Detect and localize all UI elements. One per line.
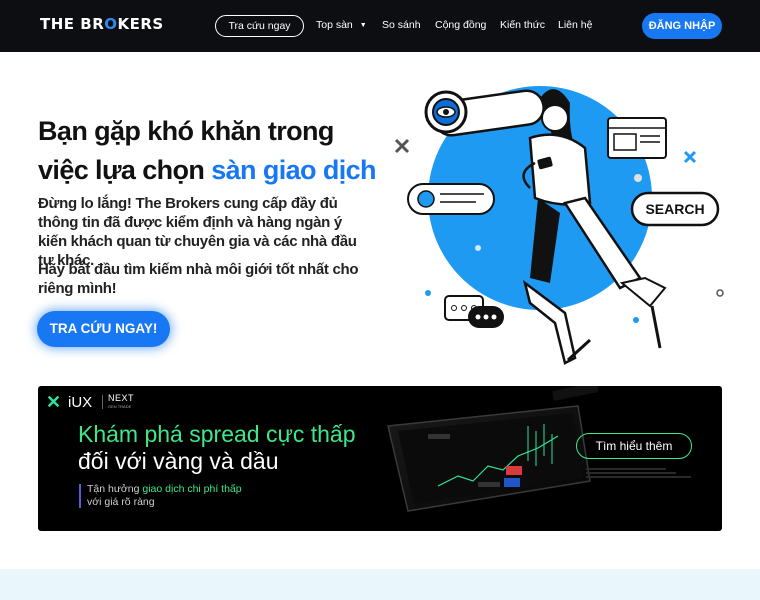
banner-headline-green: Khám phá spread cực thấp xyxy=(78,421,356,447)
banner-brand-tag-sub: GEN TRADE xyxy=(108,404,132,409)
nav-item-cong-dong[interactable]: Cộng đồng xyxy=(435,19,486,31)
decor-dot xyxy=(475,245,481,251)
logo-text-accent: O xyxy=(104,15,118,33)
nav-item-label: Top sàn xyxy=(316,19,353,31)
nav-item-so-sanh[interactable]: So sánh xyxy=(382,19,421,31)
caret-down-icon: ▼ xyxy=(359,21,367,29)
banner-fine-print xyxy=(586,466,706,480)
hero-title-line1: Bạn gặp khó khăn trong xyxy=(38,116,334,146)
decor-dot xyxy=(716,289,724,297)
logo-text-suffix: KERS xyxy=(117,15,164,33)
hero-description: Đừng lo lắng! The Brokers cung cấp đầy đ… xyxy=(38,195,357,269)
banner-subtext-line2: với giá rõ ràng xyxy=(87,496,155,508)
banner-subtext-highlight: giao dịch chi phí thấp xyxy=(142,483,242,495)
banner-accent-bar xyxy=(79,484,81,508)
banner-subtext-line1: Tận hưởng giao dịch chi phí thấp xyxy=(87,483,242,496)
site-logo[interactable]: THE BROKERS xyxy=(40,15,164,33)
nav-item-kien-thuc[interactable]: Kiến thức xyxy=(500,19,545,31)
banner-subtext: Tận hưởng giao dịch chi phí thấp với giá… xyxy=(87,483,242,509)
brand-divider xyxy=(102,395,103,409)
fine-print-line xyxy=(586,476,691,478)
hero-cta-button[interactable]: TRA CỨU NGAY! xyxy=(37,311,170,347)
banner-learn-more-button[interactable]: Tìm hiểu thêm xyxy=(576,433,692,459)
decor-dot xyxy=(633,317,639,323)
fine-print-line xyxy=(586,468,666,470)
iux-x-icon: ✕ xyxy=(46,392,62,412)
browser-window-icon xyxy=(607,117,667,159)
search-pill-icon: SEARCH xyxy=(630,191,720,227)
hero-title: Bạn gặp khó khăn trong việc lựa chọn sàn… xyxy=(38,112,398,190)
nav-item-lien-he[interactable]: Liên hệ xyxy=(558,19,592,31)
logo-text-prefix: THE BR xyxy=(40,15,105,33)
hero-illustration: SEARCH xyxy=(390,78,730,378)
banner-brand-name: iUX xyxy=(68,394,93,411)
banner-subtext-prefix: Tận hưởng xyxy=(87,483,143,495)
decor-dot xyxy=(634,174,642,182)
chat-bubbles-icon xyxy=(444,295,504,328)
nav-search-button[interactable]: Tra cứu ngay xyxy=(215,15,304,37)
illustration-search-label: SEARCH xyxy=(645,201,704,217)
nav-item-top-san[interactable]: Top sàn ▼ xyxy=(316,19,367,31)
promo-banner[interactable]: ✕ iUX NEXT GEN TRADE Khám phá spread cực… xyxy=(38,386,722,531)
site-header: THE BROKERS Tra cứu ngay Top sàn ▼ So sán… xyxy=(0,0,760,52)
search-bar-icon xyxy=(407,183,495,215)
login-button[interactable]: ĐĂNG NHẬP xyxy=(642,13,722,39)
hero-title-highlight: sàn giao dịch xyxy=(211,155,376,185)
hero-description-secondary: Hãy bắt đầu tìm kiếm nhà môi giới tốt nh… xyxy=(38,261,359,297)
next-section-band xyxy=(0,569,760,600)
banner-brand-tag: NEXT xyxy=(108,393,135,403)
fine-print-line xyxy=(586,472,676,474)
trading-device-image xyxy=(378,386,604,531)
hero-title-line2: việc lựa chọn sàn giao dịch xyxy=(38,151,398,190)
banner-headline-white: đối với vàng và dầu xyxy=(78,448,279,474)
decor-dot xyxy=(425,290,431,296)
hero-title-line2-prefix: việc lựa chọn xyxy=(38,155,212,185)
